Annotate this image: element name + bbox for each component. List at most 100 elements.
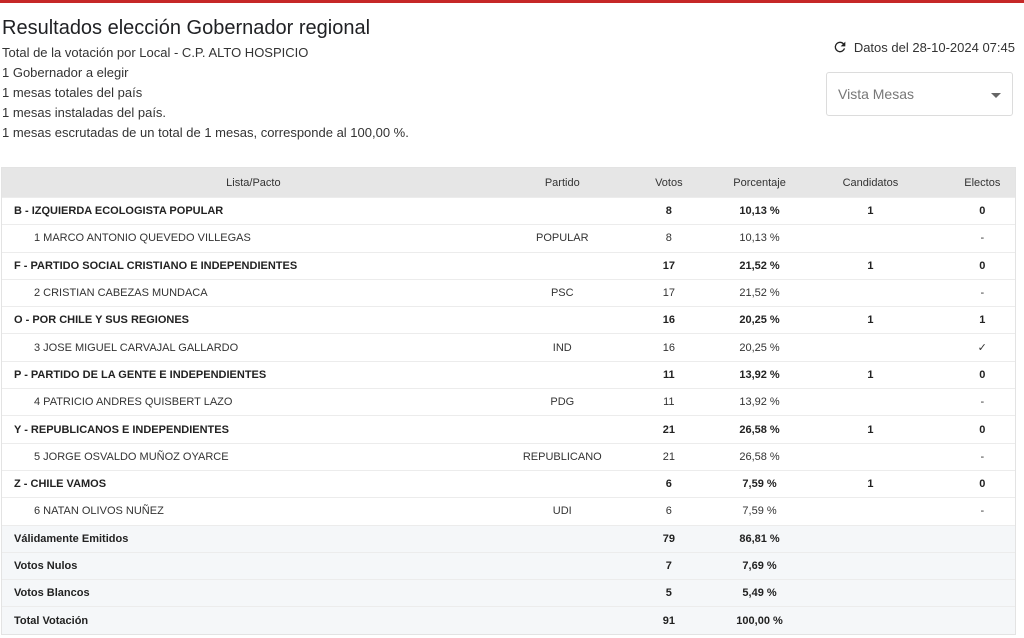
cell-candidatos [791, 606, 950, 634]
cell-porcentaje: 21,52 % [727, 278, 792, 307]
cell-votos: 5 [609, 579, 728, 607]
cell-lista: Z - CHILE VAMOS [2, 469, 515, 498]
cell-lista: B - IZQUIERDA ECOLOGISTA POPULAR [2, 196, 515, 225]
cell-candidatos [791, 579, 950, 607]
col-header-electos[interactable]: Electos [949, 168, 1015, 198]
cell-lista: 2 CRISTIAN CABEZAS MUNDACA [2, 278, 515, 307]
candidate-row: 4 PATRICIO ANDRES QUISBERT LAZO PDG 11 13,9… [2, 388, 1015, 416]
cell-electos [949, 551, 1015, 580]
cell-candidatos [791, 551, 950, 580]
col-header-candidatos[interactable]: Candidatos [791, 168, 950, 198]
cell-lista: 5 JORGE OSVALDO MUÑOZ OYARCE [2, 442, 515, 471]
cell-lista: F - PARTIDO SOCIAL CRISTIANO E INDEPENDI… [2, 251, 515, 280]
total-row: Votos Blancos 5 5,49 % [2, 579, 1015, 607]
cell-electos: 0 [949, 360, 1015, 389]
cell-votos: 21 [609, 415, 728, 444]
cell-porcentaje: 21,52 % [727, 251, 792, 280]
cell-lista: 4 PATRICIO ANDRES QUISBERT LAZO [2, 388, 515, 416]
cell-lista: Y - REPUBLICANOS E INDEPENDIENTES [2, 415, 515, 444]
cell-candidatos [791, 278, 950, 307]
cell-votos: 17 [609, 251, 728, 280]
candidate-row: 1 MARCO ANTONIO QUEVEDO VILLEGAS POPULAR 8… [2, 224, 1015, 253]
data-timestamp[interactable]: Datos del 28-10-2024 07:45 [832, 39, 1015, 55]
cell-lista: 1 MARCO ANTONIO QUEVEDO VILLEGAS [2, 224, 515, 253]
cell-candidatos: 1 [791, 360, 950, 389]
cell-porcentaje: 7,69 % [727, 551, 792, 580]
pacto-row: P - PARTIDO DE LA GENTE E INDEPENDIENTES… [2, 360, 1015, 389]
cell-votos: 11 [609, 388, 728, 416]
cell-electos: - [949, 442, 1015, 471]
cell-partido: POPULAR [514, 224, 610, 253]
cell-votos: 21 [609, 442, 728, 471]
cell-candidatos [791, 388, 950, 416]
cell-porcentaje: 100,00 % [727, 606, 792, 634]
election-info: Total de la votación por Local - C.P. AL… [2, 43, 409, 143]
col-header-lista[interactable]: Lista/Pacto [2, 168, 515, 198]
cell-electos: 0 [949, 251, 1015, 280]
cell-votos: 6 [609, 497, 728, 526]
cell-lista: Votos Blancos [2, 579, 515, 607]
cell-lista: 3 JOSE MIGUEL CARVAJAL GALLARDO [2, 333, 515, 362]
total-row: Total Votación 91 100,00 % [2, 606, 1015, 634]
cell-partido [514, 551, 610, 580]
table-body: B - IZQUIERDA ECOLOGISTA POPULAR 8 10,13 %… [2, 196, 1015, 634]
candidate-row: 3 JOSE MIGUEL CARVAJAL GALLARDO IND 16 20,2… [2, 333, 1015, 362]
cell-partido: PDG [514, 388, 610, 416]
cell-partido [514, 251, 610, 280]
cell-porcentaje: 7,59 % [727, 469, 792, 498]
cell-electos: 0 [949, 196, 1015, 225]
cell-electos [949, 606, 1015, 634]
cell-porcentaje: 20,25 % [727, 306, 792, 334]
cell-partido: UDI [514, 497, 610, 526]
cell-partido [514, 606, 610, 634]
candidate-row: 2 CRISTIAN CABEZAS MUNDACA PSC 17 21,52 % - [2, 278, 1015, 307]
candidate-row: 6 NATAN OLIVOS NUÑEZ UDI 6 7,59 % - [2, 497, 1015, 526]
view-mode-select[interactable]: Vista Mesas [826, 72, 1013, 116]
cell-lista: Votos Nulos [2, 551, 515, 580]
cell-porcentaje: 26,58 % [727, 415, 792, 444]
cell-electos: - [949, 278, 1015, 307]
cell-partido [514, 196, 610, 225]
cell-candidatos: 1 [791, 469, 950, 498]
cell-candidatos [791, 524, 950, 553]
refresh-icon[interactable] [832, 39, 848, 55]
cell-votos: 11 [609, 360, 728, 389]
cell-porcentaje: 7,59 % [727, 497, 792, 526]
info-line-gobernador: 1 Gobernador a elegir [2, 65, 129, 80]
cell-candidatos: 1 [791, 415, 950, 444]
cell-partido: IND [514, 333, 610, 362]
cell-porcentaje: 20,25 % [727, 333, 792, 362]
cell-partido [514, 579, 610, 607]
cell-porcentaje: 10,13 % [727, 196, 792, 225]
cell-candidatos: 1 [791, 196, 950, 225]
cell-candidatos [791, 333, 950, 362]
total-row: Válidamente Emitidos 79 86,81 % [2, 524, 1015, 553]
cell-lista: Total Votación [2, 606, 515, 634]
pacto-row: O - POR CHILE Y SUS REGIONES 16 20,25 % 1 1 [2, 306, 1015, 334]
cell-partido [514, 469, 610, 498]
view-mode-value: Vista Mesas [838, 86, 914, 102]
cell-electos: 0 [949, 415, 1015, 444]
col-header-votos[interactable]: Votos [609, 168, 728, 198]
cell-porcentaje: 13,92 % [727, 388, 792, 416]
cell-partido [514, 306, 610, 334]
cell-votos: 17 [609, 278, 728, 307]
col-header-porcentaje[interactable]: Porcentaje [727, 168, 792, 198]
cell-votos: 7 [609, 551, 728, 580]
col-header-partido[interactable]: Partido [514, 168, 610, 198]
results-table: Lista/Pacto Partido Votos Porcentaje Can… [1, 167, 1016, 635]
cell-electos: 1 [949, 306, 1015, 334]
table-header-row: Lista/Pacto Partido Votos Porcentaje Can… [2, 168, 1015, 198]
cell-electos [949, 579, 1015, 607]
cell-electos: - [949, 388, 1015, 416]
cell-partido: PSC [514, 278, 610, 307]
cell-porcentaje: 5,49 % [727, 579, 792, 607]
cell-lista: P - PARTIDO DE LA GENTE E INDEPENDIENTES [2, 360, 515, 389]
cell-partido: REPUBLICANO [514, 442, 610, 471]
cell-candidatos: 1 [791, 251, 950, 280]
cell-votos: 79 [609, 524, 728, 553]
cell-candidatos [791, 224, 950, 253]
cell-partido [514, 415, 610, 444]
cell-lista: 6 NATAN OLIVOS NUÑEZ [2, 497, 515, 526]
pacto-row: Z - CHILE VAMOS 6 7,59 % 1 0 [2, 469, 1015, 498]
